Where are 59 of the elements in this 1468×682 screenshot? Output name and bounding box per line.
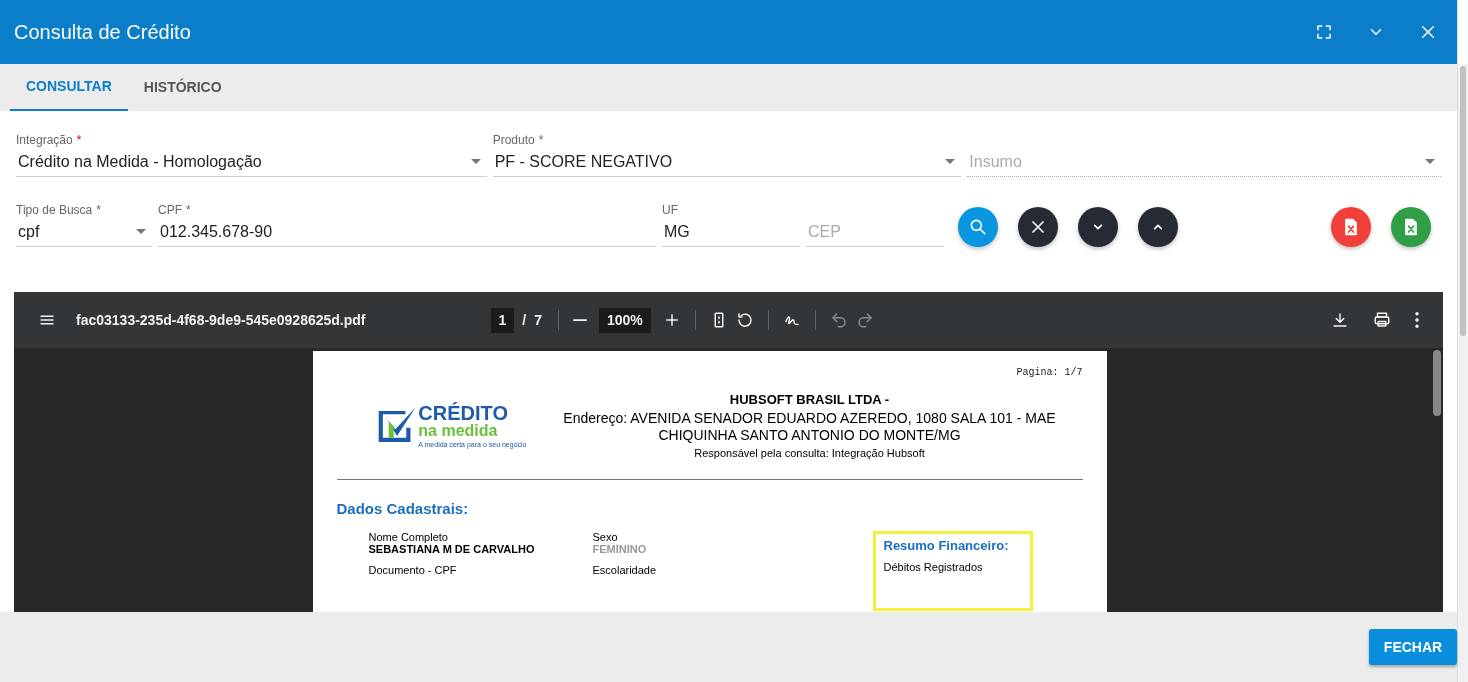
field-value: FEMININO — [592, 543, 648, 556]
input-field[interactable]: MG — [662, 217, 800, 247]
required-mark: * — [538, 133, 544, 147]
close-button[interactable]: FECHAR — [1369, 629, 1457, 665]
company-address: Endereço: AVENIDA SENADOR EDUARDO AZEREDO, 1080 SALA 101 - MAE CHIQUINHA SANTO ANTONIO DO MONTE/MG — [562, 409, 1057, 445]
logo-title: CRÉDITO — [418, 403, 509, 423]
minus-icon — [573, 319, 587, 322]
company-name: HUBSOFT BRASIL LTDA - — [728, 391, 891, 409]
tab[interactable]: CONSULTAR — [10, 64, 128, 111]
select-field[interactable]: Crédito na Medida - Homologação — [16, 147, 487, 177]
fullscreen-icon — [1315, 23, 1333, 41]
zoom-level-field[interactable]: 100% — [599, 307, 651, 333]
required-mark: * — [186, 203, 191, 217]
select-field[interactable]: PF - SCORE NEGATIVO — [492, 147, 962, 177]
rotate-icon — [735, 311, 754, 329]
field-label: Nome Completo — [368, 530, 449, 544]
scrollbar-thumb[interactable] — [1433, 350, 1441, 416]
field-label: Tipo de Busca — [16, 203, 93, 217]
redo-icon — [855, 311, 874, 329]
pdf-export-button[interactable] — [1331, 207, 1371, 247]
close-icon — [1419, 23, 1437, 41]
printer-icon — [1373, 311, 1391, 329]
field-label: Documento - CPF — [368, 563, 458, 577]
clear-button[interactable] — [1018, 207, 1058, 247]
caret-icon — [945, 159, 956, 164]
required-mark: * — [76, 133, 82, 147]
search-icon — [968, 217, 988, 237]
summary-item: Débitos Registrados — [883, 561, 984, 575]
field-label: CPF — [158, 203, 182, 217]
field-value: SEBASTIANA M DE CARVALHO — [368, 543, 536, 556]
required-mark: * — [96, 203, 101, 217]
field-label: UF — [662, 203, 678, 217]
page-total: 7 — [534, 310, 542, 330]
field-label: Produto — [492, 133, 535, 147]
file-name: fac03133-235d-4f68-9de9-545e0928625d.pdf — [76, 310, 366, 330]
download-icon — [1331, 311, 1349, 329]
more-vertical-icon — [1415, 312, 1419, 328]
collapse-button[interactable] — [1138, 207, 1178, 247]
field-label: Sexo — [592, 530, 619, 544]
window-title: Consulta de Crédito — [14, 20, 192, 44]
excel-export-button[interactable] — [1391, 207, 1431, 247]
undo-icon — [829, 311, 848, 329]
page-number-field[interactable]: 1 — [490, 307, 515, 333]
logo-subtitle: na medida — [418, 423, 499, 439]
tab[interactable]: HISTÓRICO — [127, 64, 238, 111]
field-label: Integração — [16, 133, 73, 147]
field-label: Escolaridade — [592, 563, 658, 577]
caret-icon — [1425, 159, 1435, 164]
section-title: Dados Cadastrais: — [336, 499, 470, 519]
search-button[interactable] — [958, 207, 998, 247]
caret-icon — [470, 159, 481, 164]
responsible-text: Responsável pela consulta: Integração Hubsoft — [693, 445, 926, 461]
summary-title: Resumo Financeiro: — [883, 538, 1010, 554]
page-label: Pagina: 1/7 — [1015, 366, 1083, 380]
page-separator: / — [522, 310, 527, 330]
expand-button[interactable] — [1078, 207, 1118, 247]
input-field[interactable]: 012.345.678-90 — [158, 217, 656, 247]
select-field[interactable]: cpf — [16, 217, 152, 247]
caret-icon — [136, 229, 146, 234]
